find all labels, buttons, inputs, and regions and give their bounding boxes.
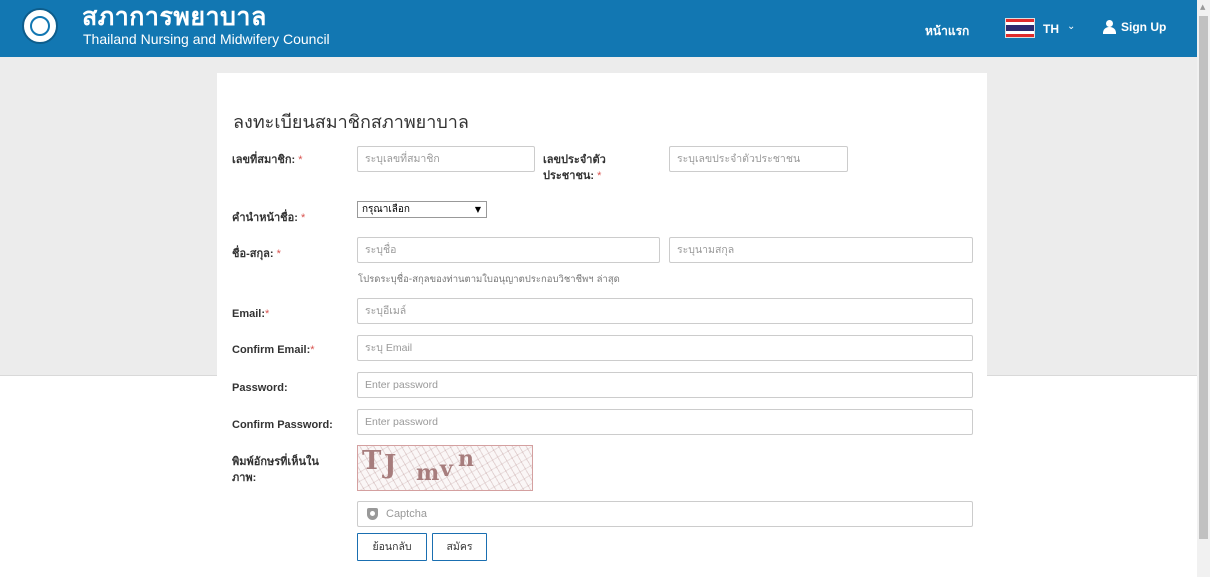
citizen-id-input[interactable]: ระบุเลขประจำตัวประชาชน <box>669 146 848 172</box>
email-label: Email:* <box>232 308 270 320</box>
required-marker: * <box>597 170 602 182</box>
captcha-char: m <box>416 460 440 486</box>
member-no-label: เลขที่สมาชิก: * <box>232 154 303 166</box>
title-prefix-label: คำนำหน้าชื่อ: * <box>232 212 306 224</box>
top-navbar: สภาการพยาบาล Thailand Nursing and Midwif… <box>0 0 1197 57</box>
member-no-input[interactable]: ระบุเลขที่สมาชิก <box>357 146 535 172</box>
full-name-hint: โปรดระบุชื่อ-สกุลของท่านตามใบอนุญาตประกอ… <box>358 274 620 285</box>
shield-icon <box>367 508 378 520</box>
registration-panel: ลงทะเบียนสมาชิกสภาพยาบาล เลขที่สมาชิก: *… <box>217 73 987 577</box>
chevron-down-icon[interactable]: ⌄ <box>1067 21 1075 32</box>
sign-up-link[interactable]: Sign Up <box>1103 20 1166 34</box>
sign-up-label: Sign Up <box>1121 20 1167 34</box>
captcha-input[interactable]: Captcha <box>357 501 973 527</box>
confirm-password-label: Confirm Password: <box>232 419 333 431</box>
page-title: ลงทะเบียนสมาชิกสภาพยาบาล <box>233 112 469 133</box>
scroll-thumb[interactable] <box>1199 16 1208 539</box>
required-marker: * <box>298 154 303 166</box>
brand-title-english[interactable]: Thailand Nursing and Midwifery Council <box>83 31 330 47</box>
captcha-char: J <box>384 450 397 480</box>
title-prefix-select[interactable]: กรุณาเลือก ▼ <box>357 201 487 218</box>
full-name-label: ชื่อ-สกุล: * <box>232 248 281 260</box>
brand-title-thai[interactable]: สภาการพยาบาล <box>82 2 267 32</box>
required-marker: * <box>300 212 306 224</box>
confirm-email-input[interactable]: ระบุ Email <box>357 335 973 361</box>
thai-flag-icon[interactable] <box>1005 18 1035 38</box>
back-button[interactable]: ย้อนกลับ <box>357 533 427 561</box>
captcha-char: T <box>362 446 382 476</box>
dropdown-arrow-icon: ▼ <box>474 205 481 214</box>
confirm-email-label: Confirm Email:* <box>232 344 315 356</box>
citizen-id-label: เลขประจำตัว ประชาชน: * <box>543 154 606 182</box>
email-input[interactable]: ระบุอีเมล์ <box>357 298 973 324</box>
confirm-password-input[interactable]: Enter password <box>357 409 973 435</box>
page-scrollbar[interactable]: ▲ <box>1197 0 1210 577</box>
language-selector[interactable]: TH <box>1043 22 1059 36</box>
captcha-char: n <box>458 446 474 472</box>
captcha-placeholder: Captcha <box>386 508 427 520</box>
required-marker: * <box>310 344 315 356</box>
council-logo-icon[interactable] <box>22 8 58 44</box>
captcha-label: พิมพ์อักษรที่เห็นใน ภาพ: <box>232 456 319 484</box>
password-input[interactable]: Enter password <box>357 372 973 398</box>
scroll-up-arrow-icon[interactable]: ▲ <box>1200 3 1205 11</box>
password-label: Password: <box>232 382 288 394</box>
first-name-input[interactable]: ระบุชื่อ <box>357 237 660 263</box>
last-name-input[interactable]: ระบุนามสกุล <box>669 237 973 263</box>
required-marker: * <box>265 308 270 320</box>
nav-home-link[interactable]: หน้าแรก <box>925 22 969 41</box>
required-marker: * <box>276 248 281 260</box>
captcha-char: v <box>440 456 453 482</box>
user-add-icon <box>1103 20 1117 34</box>
title-prefix-selected: กรุณาเลือก <box>362 204 410 215</box>
submit-button[interactable]: สมัคร <box>432 533 487 561</box>
captcha-image: T J m v n <box>357 445 533 491</box>
